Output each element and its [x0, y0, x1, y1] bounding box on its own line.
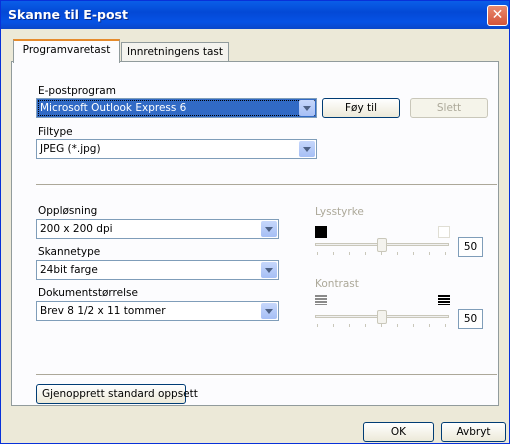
- tab-label: Innretningens tast: [126, 46, 224, 58]
- scantype-label: Skannetype: [38, 246, 101, 258]
- brightness-value[interactable]: 50: [458, 237, 483, 257]
- tab-label: Programvaretast: [22, 44, 111, 56]
- light-square-icon: [438, 226, 450, 238]
- email-program-select[interactable]: Microsoft Outlook Express 6: [36, 98, 317, 118]
- dark-square-icon: [315, 226, 327, 238]
- chevron-down-icon: [261, 221, 277, 237]
- ok-button[interactable]: OK: [363, 422, 434, 442]
- high-contrast-icon: [438, 295, 450, 305]
- contrast-slider-thumb[interactable]: [377, 310, 387, 324]
- window-title: Skanne til E-post: [8, 7, 128, 22]
- resolution-value: 200 x 200 dpi: [40, 223, 113, 235]
- chevron-down-icon: [261, 303, 277, 319]
- add-button[interactable]: Føy til: [322, 98, 400, 118]
- scantype-select[interactable]: 24bit farge: [36, 260, 279, 280]
- contrast-value[interactable]: 50: [458, 309, 483, 329]
- scantype-value: 24bit farge: [40, 264, 98, 276]
- resolution-label: Oppløsning: [38, 205, 98, 217]
- contrast-label: Kontrast: [315, 278, 359, 290]
- separator: [36, 184, 497, 188]
- title-bar[interactable]: Skanne til E-post ✕: [1, 1, 509, 29]
- brightness-label: Lysstyrke: [315, 206, 364, 218]
- email-program-value: Microsoft Outlook Express 6: [40, 102, 187, 114]
- resolution-select[interactable]: 200 x 200 dpi: [36, 219, 279, 239]
- docsize-label: Dokumentstørrelse: [38, 287, 138, 299]
- restore-defaults-button[interactable]: Gjenopprett standard oppsett: [36, 384, 198, 404]
- filetype-label: Filtype: [38, 126, 73, 138]
- chevron-down-icon: [299, 100, 315, 116]
- delete-button[interactable]: Slett: [410, 98, 488, 118]
- filetype-select[interactable]: JPEG (*.jpg): [36, 139, 317, 159]
- email-program-label: E-postprogram: [38, 85, 116, 97]
- docsize-value: Brev 8 1/2 x 11 tommer: [40, 305, 166, 317]
- dialog-window: Skanne til E-post ✕ Programvaretast Innr…: [0, 0, 510, 444]
- close-icon: ✕: [491, 7, 504, 23]
- low-contrast-icon: [315, 295, 327, 305]
- tab-software-key[interactable]: Programvaretast: [13, 39, 120, 63]
- brightness-slider-thumb[interactable]: [377, 238, 387, 252]
- cancel-button[interactable]: Avbryt: [441, 422, 506, 442]
- separator: [36, 374, 497, 378]
- chevron-down-icon: [299, 141, 315, 157]
- close-button[interactable]: ✕: [487, 5, 508, 26]
- filetype-value: JPEG (*.jpg): [40, 143, 101, 155]
- chevron-down-icon: [261, 262, 277, 278]
- docsize-select[interactable]: Brev 8 1/2 x 11 tommer: [36, 301, 279, 321]
- tab-device-key[interactable]: Innretningens tast: [121, 42, 229, 63]
